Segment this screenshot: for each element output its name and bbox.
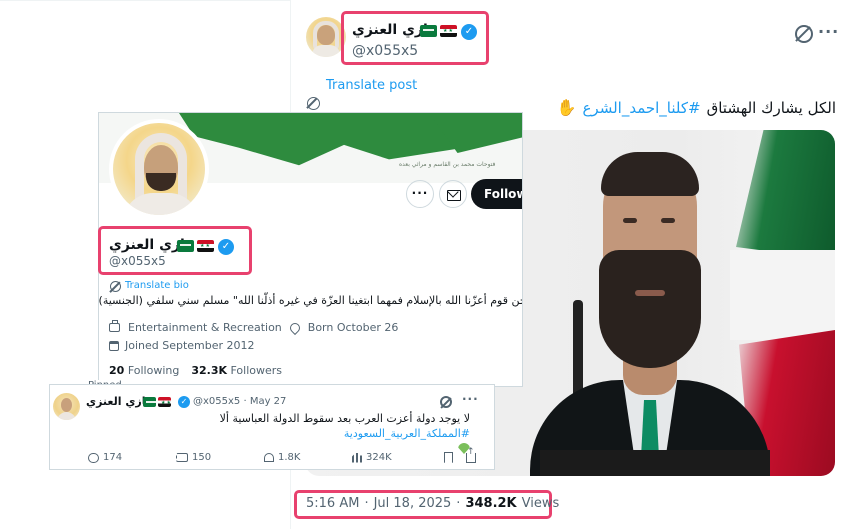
profile-bio: نحن قوم أعزّنا الله بالإسلام فمهما ابتغي… — [98, 294, 523, 307]
post-views-label: Views — [521, 496, 560, 511]
timestamp-separator: · — [364, 496, 369, 511]
saudi-flag-icon — [420, 25, 437, 37]
share-icon — [466, 447, 476, 463]
pinned-actions: 174 150 1.8K 324K — [88, 447, 488, 463]
profile-joined: Joined September 2012 — [125, 339, 255, 352]
follow-counts: 20 Following 32.3K Followers — [109, 364, 282, 377]
repost-count: 150 — [192, 452, 212, 463]
top-rule — [0, 0, 290, 1]
reply-count: 174 — [103, 452, 123, 463]
pinned-text: لا يوجد دولة أعزت العرب بعد سقوط الدولة … — [219, 412, 470, 425]
more-icon[interactable]: ··· — [818, 22, 839, 41]
post-text-prefix: الكل يشارك الهشتاق — [706, 98, 836, 117]
saudi-flag-icon — [143, 397, 156, 407]
syria-flag-icon — [440, 25, 457, 37]
profile-meta: Entertainment & Recreation Born October … — [109, 320, 399, 335]
profile-more-button: ··· — [406, 180, 434, 208]
followers-label: Followers — [230, 364, 283, 377]
grok-icon[interactable] — [795, 25, 813, 43]
profile-category: Entertainment & Recreation — [128, 321, 282, 334]
like-count: 1.8K — [278, 452, 301, 463]
author-handle[interactable]: @x055x5 — [352, 43, 418, 59]
pinned-flags — [143, 397, 171, 407]
post-time[interactable]: 5:16 AM — [306, 496, 359, 511]
bookmark-icon — [444, 452, 453, 463]
reply-icon — [88, 452, 99, 463]
like-icon — [264, 453, 274, 462]
followers-count: 32.3K — [191, 364, 227, 377]
post-timestamp[interactable]: 5:16 AM · Jul 18, 2025 · 348.2K Views — [306, 496, 559, 511]
following-count: 20 — [109, 364, 125, 377]
post-hashtag[interactable]: #كلنا_احمد_الشرع — [582, 99, 700, 117]
highlight-box-profile — [98, 226, 252, 275]
more-icon: ··· — [462, 392, 479, 406]
verified-badge-icon[interactable]: ✓ — [461, 24, 477, 40]
message-icon — [439, 180, 467, 208]
profile-joined-row: Joined September 2012 — [109, 339, 255, 352]
briefcase-icon — [109, 320, 120, 332]
syria-flag-icon — [158, 397, 171, 407]
author-avatar[interactable] — [306, 17, 346, 57]
pinned-avatar — [53, 393, 80, 420]
timestamp-separator: · — [456, 496, 461, 511]
translate-bio-link: Translate bio — [125, 280, 189, 291]
profile-born: Born October 26 — [307, 321, 399, 334]
translate-icon — [110, 281, 121, 292]
post-date[interactable]: Jul 18, 2025 — [374, 496, 452, 511]
follow-button: Follow — [471, 179, 522, 209]
views-icon — [352, 452, 362, 463]
repost-icon — [176, 453, 188, 462]
post-views-count[interactable]: 348.2K — [465, 496, 516, 511]
following-label: Following — [127, 364, 180, 377]
raised-hand-emoji: ✋ — [556, 98, 577, 117]
pinned-hashtag: #المملكة_العربية_السعودية — [343, 427, 470, 440]
pinned-handle-date: @x055x5 · May 27 — [193, 396, 287, 407]
grok-icon — [440, 396, 452, 408]
translate-post-link[interactable]: Translate post — [326, 78, 417, 93]
pinned-tweet-screenshot: غازي العنزي ✓ @x055x5 · May 27 ··· لا يو… — [49, 384, 495, 470]
author-flags — [420, 25, 457, 37]
profile-avatar — [109, 119, 209, 219]
views-count: 324K — [366, 452, 392, 463]
verified-badge-icon: ✓ — [178, 396, 190, 408]
post-text: الكل يشارك الهشتاق #كلنا_احمد_الشرع ✋ — [557, 98, 836, 117]
calendar-icon — [109, 340, 119, 351]
translate-icon — [307, 97, 320, 110]
banner-caption: فتوحات محمد بن القاسم و مراثي بعده — [399, 161, 496, 168]
balloon-icon — [287, 320, 302, 335]
